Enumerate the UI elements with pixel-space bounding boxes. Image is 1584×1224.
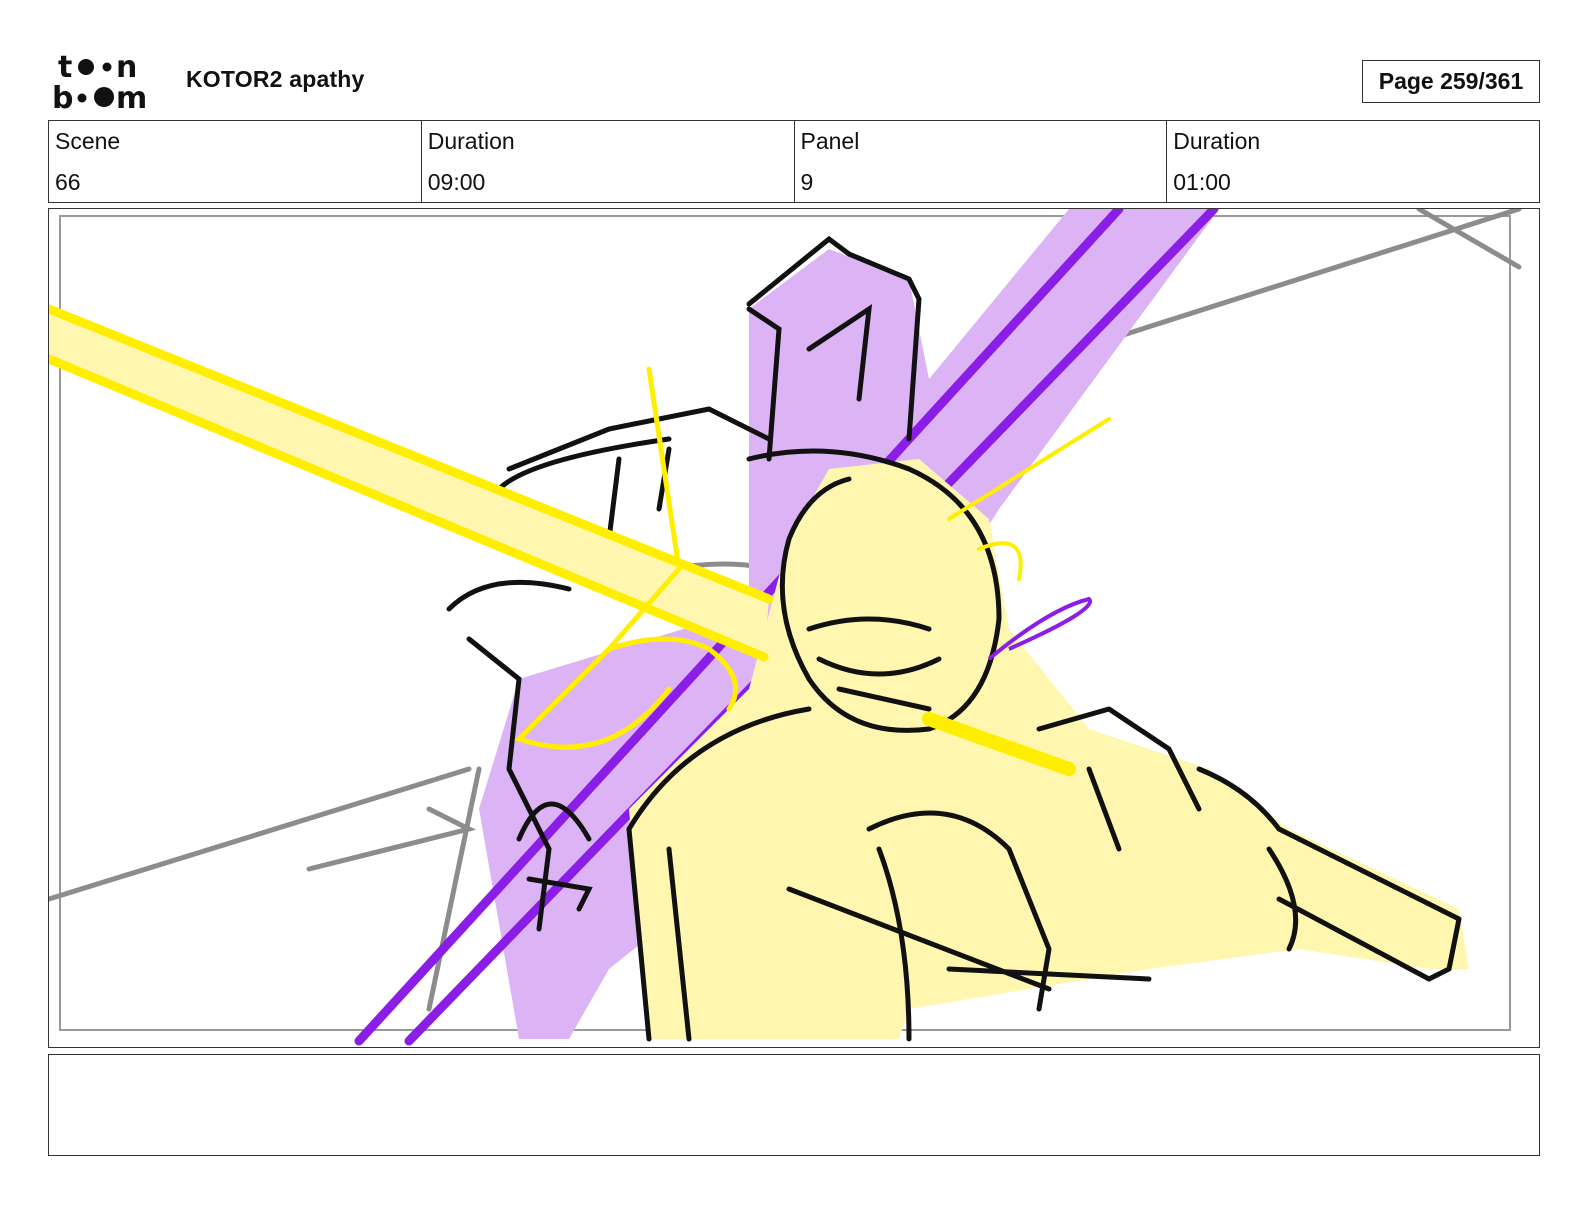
- panel-duration-value: 01:00: [1173, 169, 1231, 195]
- panel-cell: Panel 9: [795, 121, 1168, 202]
- project-title: KOTOR2 apathy: [186, 66, 365, 92]
- panel-duration-cell: Duration 01:00: [1167, 121, 1539, 202]
- scene-duration-value: 09:00: [427, 169, 486, 195]
- storyboard-page: t n b m KOTOR2 apathy Page 259/361 Scene…: [0, 0, 1584, 1224]
- storyboard-panel: [48, 208, 1540, 1048]
- scene-duration-cell: Duration 09:00: [422, 121, 795, 202]
- page-number: Page 259/361: [1362, 60, 1540, 103]
- svg-text:t: t: [58, 50, 72, 85]
- scene-info-table: Scene 66 Duration 09:00 Panel 9 Duration…: [48, 120, 1540, 203]
- panel-label: Panel: [800, 128, 860, 154]
- scene-value: 66: [55, 169, 81, 195]
- panel-sketch: [49, 209, 1522, 1046]
- panel-notes-box: [48, 1054, 1540, 1156]
- scene-duration-label: Duration: [427, 128, 515, 154]
- svg-text:n: n: [116, 50, 137, 85]
- panel-value: 9: [800, 169, 814, 195]
- scene-label: Scene: [55, 128, 121, 154]
- panel-duration-label: Duration: [1173, 128, 1261, 154]
- scene-cell: Scene 66: [49, 121, 422, 202]
- svg-text:m: m: [116, 81, 147, 112]
- toon-boom-logo-icon: t n b m: [52, 50, 147, 112]
- svg-text:b: b: [52, 81, 73, 112]
